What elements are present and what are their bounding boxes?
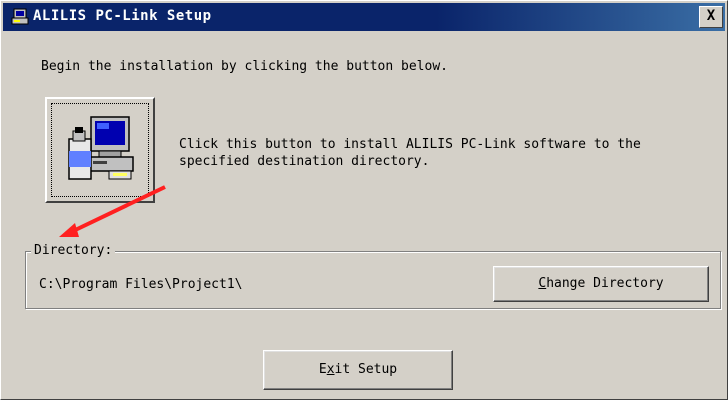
intro-text: Begin the installation by clicking the b… xyxy=(41,59,448,74)
title-bar[interactable]: ALILIS PC-Link Setup X xyxy=(3,3,725,31)
directory-group-label: Directory: xyxy=(31,243,116,258)
red-arrow-annotation xyxy=(59,185,166,237)
exit-setup-mnemonic: x xyxy=(326,362,335,377)
setup-window: ALILIS PC-Link Setup X Begin the install… xyxy=(0,0,728,400)
exit-setup-label: it Setup xyxy=(334,362,398,377)
window-title: ALILIS PC-Link Setup xyxy=(33,8,212,24)
install-description: Click this button to install ALILIS PC-L… xyxy=(179,136,699,170)
install-description-line1: Click this button to install ALILIS PC-L… xyxy=(179,137,641,152)
directory-path: C:\Program Files\Project1\ xyxy=(39,277,243,292)
change-directory-label: hange Directory xyxy=(546,276,664,291)
close-button[interactable]: X xyxy=(699,6,723,28)
exit-setup-prefix: E xyxy=(318,362,327,377)
change-directory-button[interactable]: Change Directory xyxy=(493,266,709,302)
exit-setup-button[interactable]: Exit Setup xyxy=(263,350,453,390)
install-description-line2: specified destination directory. xyxy=(179,154,430,169)
installer-computer-icon xyxy=(68,116,134,180)
close-icon: X xyxy=(706,8,716,24)
setup-app-icon xyxy=(11,8,29,25)
